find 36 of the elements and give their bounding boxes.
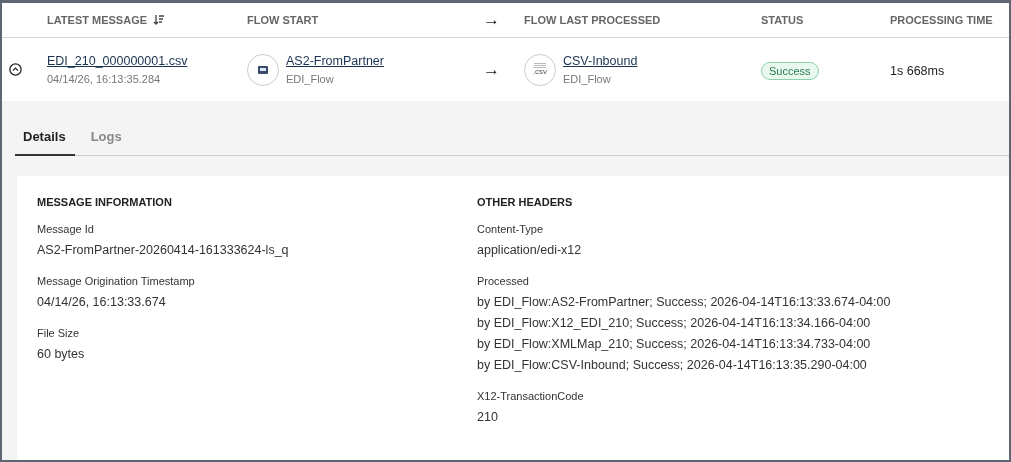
tab[interactable]: Details bbox=[15, 119, 75, 156]
flow-link[interactable]: CSV-Inbound bbox=[563, 54, 638, 68]
sort-icon[interactable] bbox=[153, 14, 166, 26]
field-label: Processed bbox=[477, 275, 530, 287]
section-title: OTHER HEADERS bbox=[477, 196, 574, 208]
column-header[interactable]: LATEST MESSAGE bbox=[47, 14, 148, 26]
section-title: MESSAGE INFORMATION bbox=[37, 196, 173, 208]
field-value: by EDI_Flow:CSV-Inbound; Success; 2026-04-14T16:13:35.290-04:00 bbox=[477, 358, 868, 372]
arrow-icon: → bbox=[483, 10, 500, 29]
field-value: by EDI_Flow:AS2-FromPartner; Success; 2026-04-14T16:13:33.674-04:00 bbox=[477, 295, 892, 309]
timestamp: 04/14/26, 16:13:35.284 bbox=[47, 73, 161, 85]
field-value: application/edi-x12 bbox=[477, 243, 583, 257]
flow-link[interactable]: AS2-FromPartner bbox=[286, 54, 384, 68]
field-label: Message Id bbox=[37, 223, 95, 235]
connector-icon bbox=[247, 53, 279, 86]
field-value: 60 bytes bbox=[37, 347, 86, 361]
column-header: STATUS bbox=[761, 14, 804, 26]
collapse-icon[interactable] bbox=[9, 63, 22, 76]
field-label: Content-Type bbox=[477, 223, 545, 235]
processing-time: 1s 668ms bbox=[890, 63, 945, 78]
field-label: Message Origination Timestamp bbox=[37, 275, 196, 287]
field-value: by EDI_Flow:XMLMap_210; Success; 2026-04-14T16:13:34.733-04:00 bbox=[477, 337, 872, 351]
field-label: X12-TransactionCode bbox=[477, 390, 585, 402]
flow-group: EDI_Flow bbox=[563, 73, 611, 85]
column-header: PROCESSING TIME bbox=[890, 14, 993, 26]
field-value: AS2-FromPartner-20260414-161333624-ls_q bbox=[37, 243, 290, 257]
field-label: File Size bbox=[37, 327, 81, 339]
column-header: FLOW START bbox=[247, 14, 319, 26]
flow-group: EDI_Flow bbox=[286, 73, 334, 85]
status-badge: Success bbox=[761, 61, 819, 80]
field-value: 210 bbox=[477, 410, 499, 424]
file-link[interactable]: EDI_210_000000001.csv bbox=[47, 54, 188, 68]
field-value: by EDI_Flow:X12_EDI_210; Success; 2026-04-14T16:13:34.166-04:00 bbox=[477, 316, 872, 330]
column-header: FLOW LAST PROCESSED bbox=[524, 14, 661, 26]
arrow-icon: → bbox=[483, 59, 500, 79]
field-value: 04/14/26, 16:13:33.674 bbox=[37, 295, 167, 309]
